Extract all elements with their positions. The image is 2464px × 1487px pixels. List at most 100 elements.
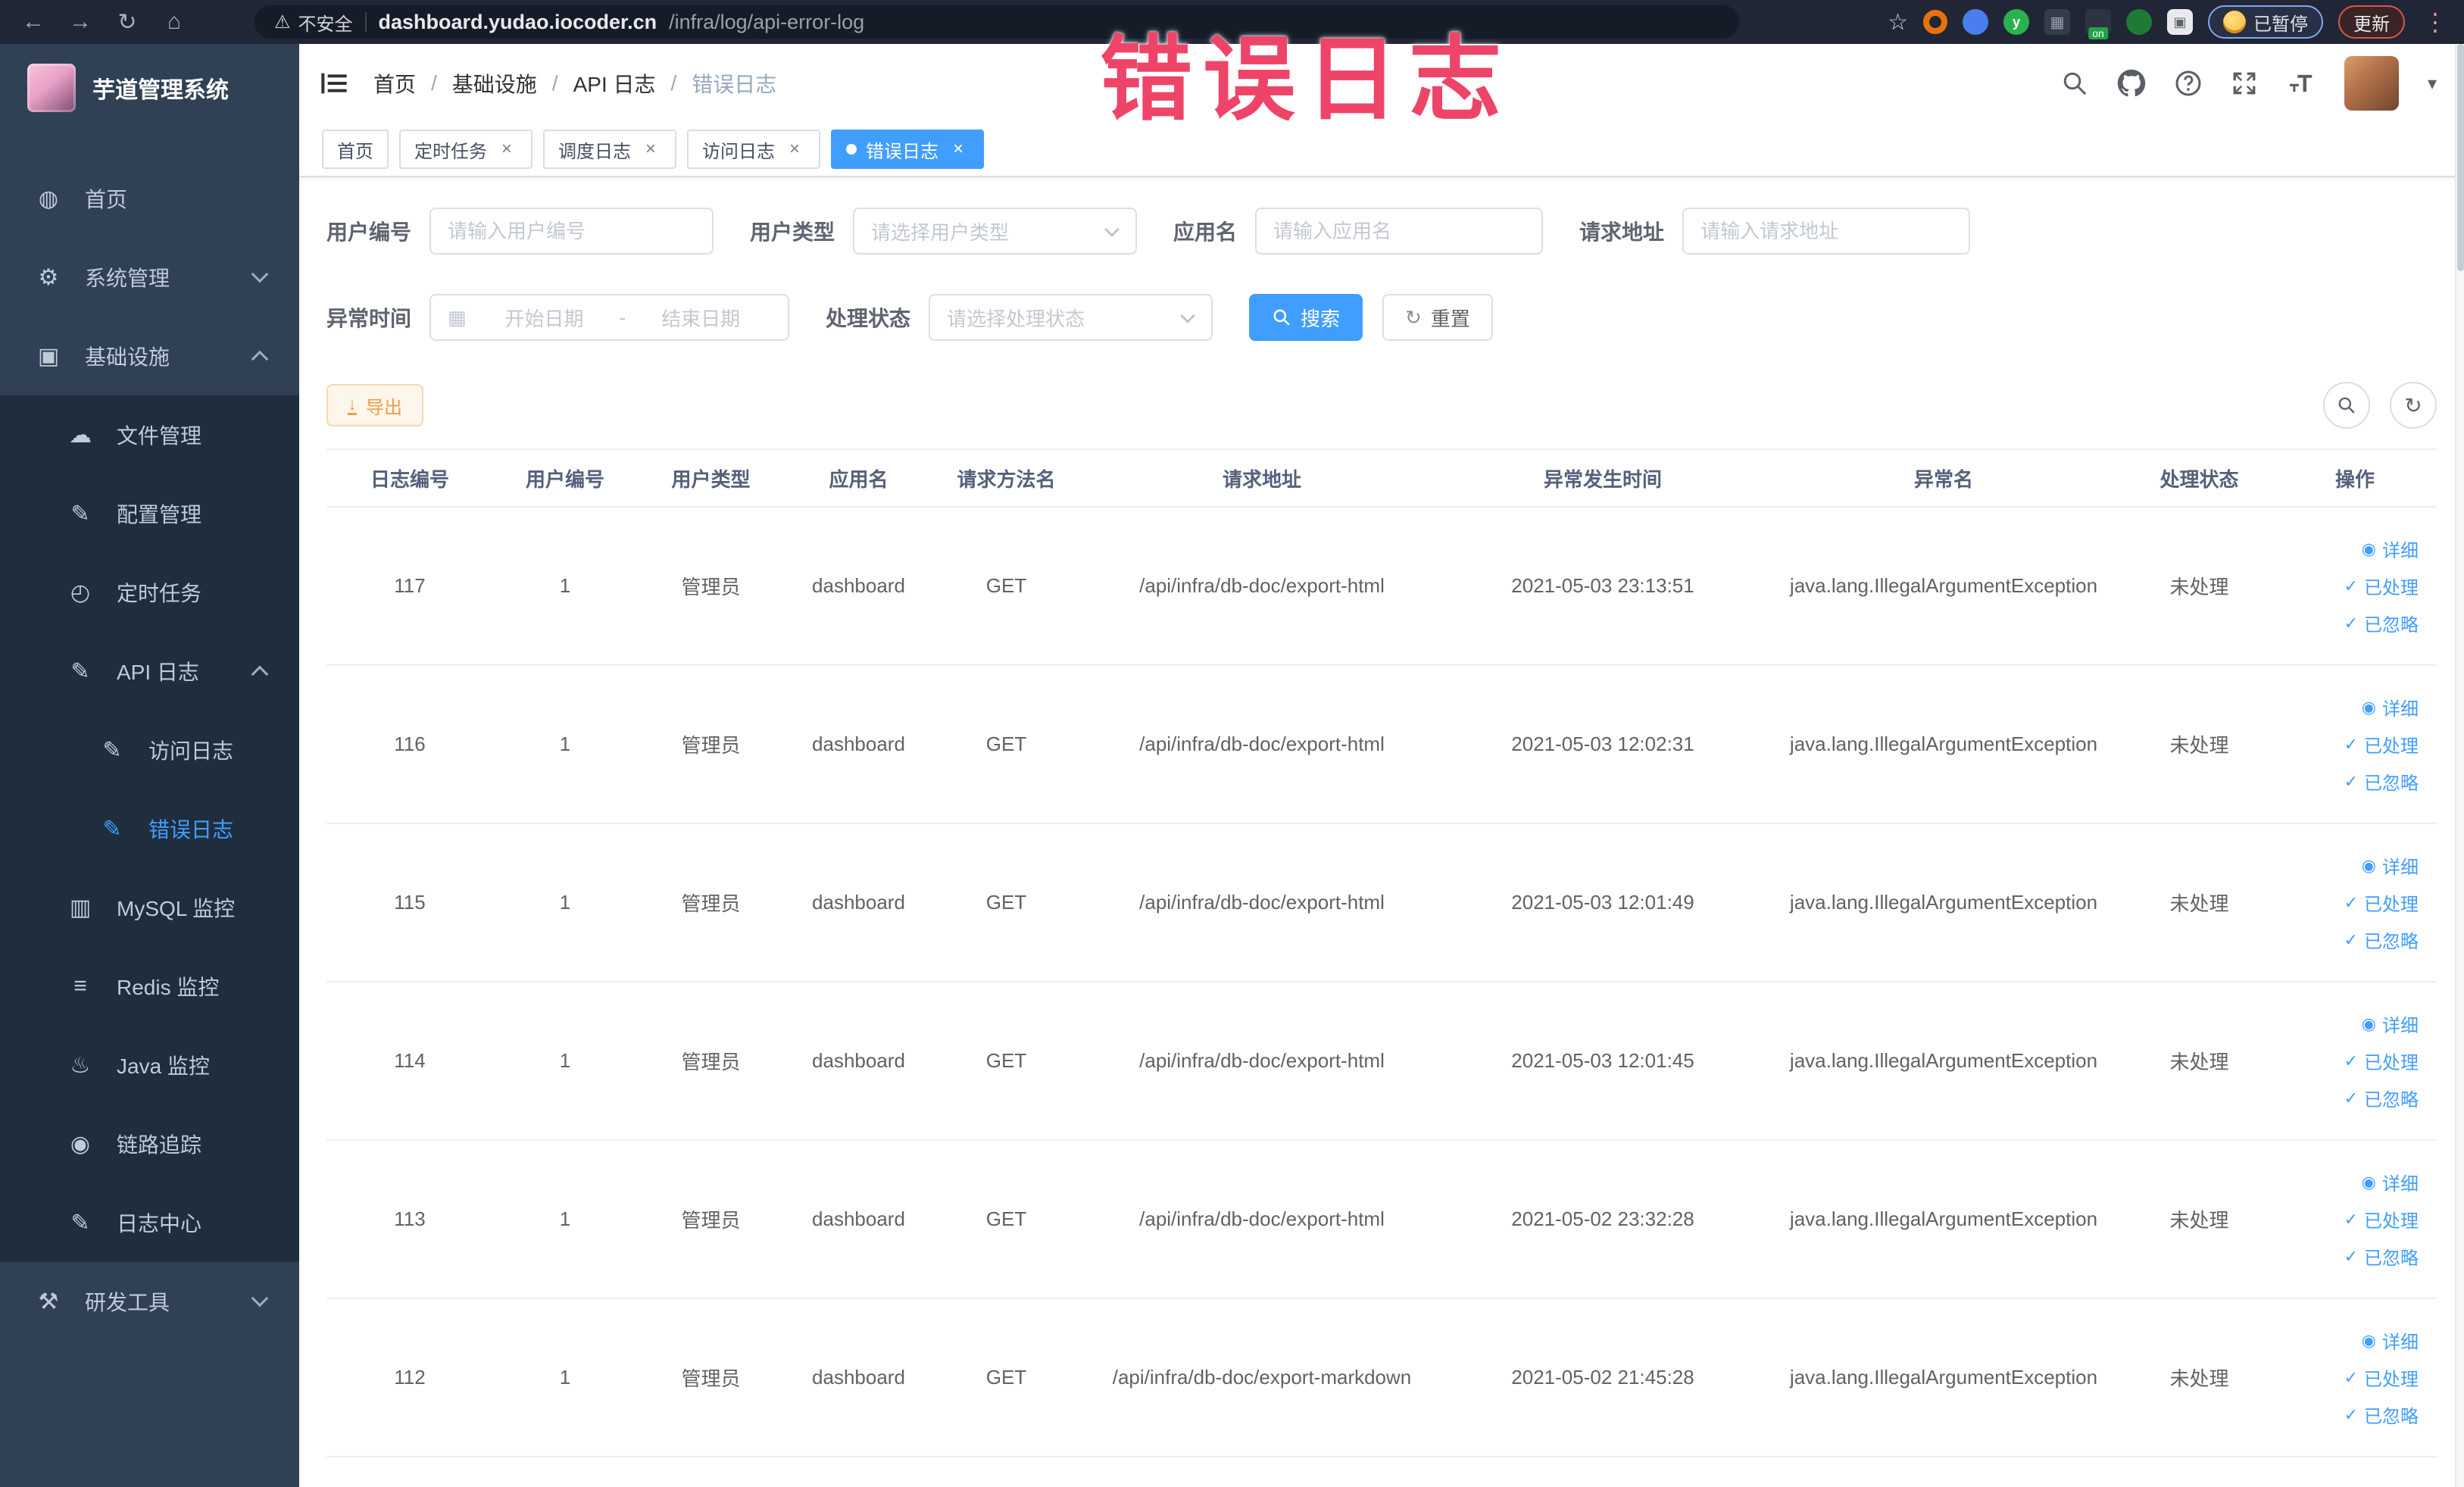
browser-home-button[interactable]: ⌂ bbox=[155, 5, 194, 39]
font-size-icon[interactable] bbox=[2287, 69, 2316, 98]
sidebar-item-redis-monitor[interactable]: ≡ Redis 监控 bbox=[0, 947, 299, 1026]
refresh-table-button[interactable]: ↻ bbox=[2390, 382, 2437, 429]
mark-ignored-link[interactable]: ✓ 已忽略 bbox=[2344, 1243, 2419, 1270]
eye-icon: ◉ bbox=[70, 1131, 91, 1157]
sidebar-item-log-center[interactable]: ✎ 日志中心 bbox=[0, 1183, 299, 1262]
cell-exception-time: 2021-05-03 12:01:49 bbox=[1444, 823, 1762, 982]
extension-green-icon[interactable]: y bbox=[2003, 9, 2029, 35]
tab-schedule-log[interactable]: 调度日志 × bbox=[543, 130, 676, 169]
sidebar-item-file-management[interactable]: ☁ 文件管理 bbox=[0, 395, 299, 474]
mark-ignored-link[interactable]: ✓ 已忽略 bbox=[2344, 1085, 2419, 1111]
mark-ignored-link[interactable]: ✓ 已忽略 bbox=[2344, 926, 2419, 953]
extension-sprout-icon[interactable] bbox=[2126, 9, 2152, 35]
security-warning[interactable]: ⚠ 不安全 bbox=[274, 9, 353, 36]
tab-error-log[interactable]: 错误日志 × bbox=[831, 130, 984, 169]
browser-reload-button[interactable]: ↻ bbox=[108, 5, 147, 39]
select-placeholder: 请选择处理状态 bbox=[947, 307, 1085, 330]
tab-home[interactable]: 首页 bbox=[322, 130, 389, 169]
app-window: 芋道管理系统 ◍ 首页 ⚙ 系统管理 ▣ 基础设施 ☁ 文件管理 ✎ 配置管理 … bbox=[0, 44, 2464, 1487]
action-label: 已忽略 bbox=[2364, 615, 2419, 636]
tab-scheduled-tasks[interactable]: 定时任务 × bbox=[399, 130, 532, 169]
close-icon[interactable]: × bbox=[784, 139, 805, 160]
user-avatar[interactable] bbox=[2344, 56, 2399, 111]
bookmark-star-icon[interactable]: ☆ bbox=[1888, 9, 1908, 36]
close-icon[interactable]: × bbox=[640, 139, 661, 160]
mark-processed-link[interactable]: ✓ 已处理 bbox=[2344, 1206, 2419, 1232]
mark-processed-link[interactable]: ✓ 已处理 bbox=[2344, 1048, 2419, 1074]
close-icon[interactable]: × bbox=[496, 139, 517, 160]
avatar-caret-icon[interactable]: ▾ bbox=[2428, 73, 2437, 95]
export-button[interactable]: ↓ 导出 bbox=[326, 384, 423, 426]
extension-adblock-icon[interactable] bbox=[1923, 10, 1947, 34]
sidebar-item-mysql-monitor[interactable]: ▥ MySQL 监控 bbox=[0, 868, 299, 947]
app-name-input[interactable] bbox=[1273, 219, 1526, 243]
mark-processed-link[interactable]: ✓ 已处理 bbox=[2344, 573, 2419, 599]
extension-blue-icon[interactable] bbox=[1963, 9, 1988, 35]
action-label: 已忽略 bbox=[2364, 1407, 2419, 1427]
sidebar-item-config-management[interactable]: ✎ 配置管理 bbox=[0, 474, 299, 553]
fullscreen-icon[interactable] bbox=[2231, 70, 2258, 97]
filter-request-url: 请求地址 bbox=[1579, 208, 1971, 255]
breadcrumb-api-log[interactable]: API 日志 bbox=[573, 68, 656, 98]
browser-update-button[interactable]: 更新 bbox=[2338, 5, 2405, 39]
detail-link[interactable]: ◉ 详细 bbox=[2362, 694, 2419, 720]
mark-processed-link[interactable]: ✓ 已处理 bbox=[2344, 1364, 2419, 1391]
sidebar-item-java-monitor[interactable]: ♨ Java 监控 bbox=[0, 1026, 299, 1104]
detail-link[interactable]: ◉ 详细 bbox=[2362, 1011, 2419, 1037]
detail-link[interactable]: ◉ 详细 bbox=[2362, 536, 2419, 562]
browser-menu-icon[interactable]: ⋮ bbox=[2420, 8, 2450, 36]
page-scrollbar[interactable] bbox=[2455, 44, 2464, 1487]
mark-processed-link[interactable]: ✓ 已处理 bbox=[2344, 731, 2419, 758]
cell-log-id: 112 bbox=[326, 1298, 493, 1457]
sidebar-item-system-management[interactable]: ⚙ 系统管理 bbox=[0, 238, 299, 317]
extensions-puzzle-icon[interactable]: ▣ bbox=[2167, 9, 2193, 35]
request-url-input[interactable] bbox=[1700, 219, 1953, 243]
address-bar[interactable]: ⚠ 不安全 dashboard.yudao.iocoder.cn/infra/l… bbox=[255, 5, 1739, 39]
reset-button[interactable]: ↻ 重置 bbox=[1382, 294, 1493, 341]
browser-back-button[interactable]: ← bbox=[14, 5, 53, 39]
detail-link[interactable]: ◉ 详细 bbox=[2362, 852, 2419, 879]
request-url-input-wrap bbox=[1682, 208, 1971, 255]
mark-ignored-link[interactable]: ✓ 已忽略 bbox=[2344, 768, 2419, 795]
help-icon[interactable] bbox=[2175, 70, 2202, 97]
scrollbar-thumb[interactable] bbox=[2457, 44, 2464, 271]
sidebar-item-dev-tools[interactable]: ⚒ 研发工具 bbox=[0, 1262, 299, 1341]
mark-processed-link[interactable]: ✓ 已处理 bbox=[2344, 889, 2419, 916]
process-status-select[interactable]: 请选择处理状态 bbox=[929, 294, 1213, 341]
sidebar-item-scheduled-tasks[interactable]: ◴ 定时任务 bbox=[0, 553, 299, 632]
mark-ignored-link[interactable]: ✓ 已忽略 bbox=[2344, 1401, 2419, 1428]
search-icon[interactable] bbox=[2061, 70, 2088, 97]
detail-link[interactable]: ◉ 详细 bbox=[2362, 1327, 2419, 1354]
sidebar-item-infrastructure[interactable]: ▣ 基础设施 bbox=[0, 317, 299, 395]
log-icon: ✎ bbox=[70, 658, 90, 684]
date-range-picker[interactable]: ▦ 开始日期 - 结束日期 bbox=[429, 294, 790, 341]
filter-label: 处理状态 bbox=[826, 307, 911, 330]
sidebar-logo[interactable]: 芋道管理系统 bbox=[0, 44, 299, 132]
extension-switch-icon[interactable]: on bbox=[2085, 9, 2111, 39]
sidebar-item-api-log[interactable]: ✎ API 日志 bbox=[0, 632, 299, 711]
mark-ignored-link[interactable]: ✓ 已忽略 bbox=[2344, 610, 2419, 636]
profile-paused-pill[interactable]: 已暂停 bbox=[2208, 5, 2323, 39]
search-button[interactable]: 搜索 bbox=[1249, 294, 1363, 341]
breadcrumb-home[interactable]: 首页 bbox=[373, 68, 416, 98]
github-icon[interactable] bbox=[2117, 69, 2146, 98]
tab-access-log[interactable]: 访问日志 × bbox=[687, 130, 820, 169]
extension-grid-icon[interactable]: ▦ bbox=[2044, 9, 2070, 35]
toggle-search-button[interactable] bbox=[2323, 382, 2370, 429]
sidebar-item-error-log[interactable]: ✎ 错误日志 bbox=[0, 789, 299, 868]
chart-icon: ▥ bbox=[69, 895, 92, 920]
page-content: 用户编号 用户类型 请选择用户类型 应用名 bbox=[299, 177, 2464, 1487]
sidebar-item-access-log[interactable]: ✎ 访问日志 bbox=[0, 711, 299, 789]
sidebar-item-trace[interactable]: ◉ 链路追踪 bbox=[0, 1104, 299, 1183]
annotation-overlay: 错误日志 bbox=[1100, 28, 1512, 131]
sidebar-item-home[interactable]: ◍ 首页 bbox=[0, 159, 299, 238]
detail-link[interactable]: ◉ 详细 bbox=[2362, 1169, 2419, 1195]
breadcrumb-infrastructure[interactable]: 基础设施 bbox=[452, 68, 537, 98]
user-id-input[interactable] bbox=[448, 219, 696, 243]
hamburger-icon[interactable] bbox=[299, 44, 369, 123]
cell-method: GET bbox=[932, 1140, 1080, 1299]
browser-forward-button[interactable]: → bbox=[61, 5, 100, 39]
close-icon[interactable]: × bbox=[948, 139, 969, 160]
cell-exception-time: 2021-05-03 23:13:51 bbox=[1444, 507, 1762, 666]
user-type-select[interactable]: 请选择用户类型 bbox=[853, 208, 1138, 255]
